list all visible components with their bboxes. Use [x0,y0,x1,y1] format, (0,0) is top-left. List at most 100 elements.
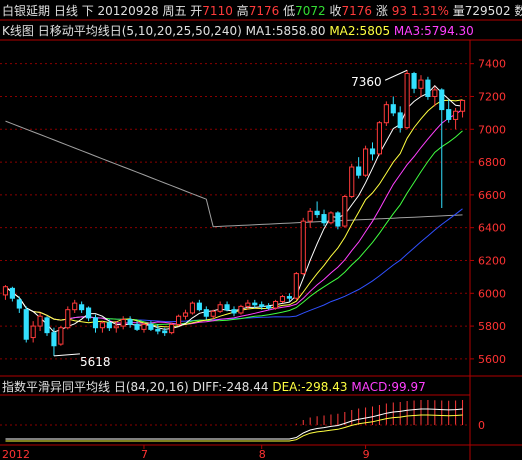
candle [141,322,147,333]
candle [404,70,410,130]
candle [349,163,355,199]
candle [432,86,438,107]
candle-body [342,196,348,227]
candle-body [397,112,403,129]
x-tick-label: 8 [259,448,266,460]
y-tick-label: 7200 [478,90,506,103]
candle [453,107,459,130]
candle [300,217,306,276]
y-tick-label: 5800 [478,320,506,333]
candle-body [44,317,50,334]
candle-body [307,210,313,222]
candle-body [418,79,424,89]
candle-body [369,148,376,155]
candle-body [169,323,175,334]
candle-body [30,325,36,339]
candle-body [120,319,126,327]
candle-body [453,110,459,120]
candle [79,301,85,313]
candle [342,194,348,228]
high-callout-line [384,69,408,81]
candle-body [210,310,216,317]
candle [238,304,244,315]
candle-body [293,273,299,299]
date-axis-labels: 2012 7 8 9 [2,445,370,460]
candle [363,145,369,177]
candle [176,314,182,327]
candle [446,99,452,123]
candle-body [328,212,334,224]
candle [85,306,92,322]
candle [459,99,466,118]
ma240-line [5,120,463,228]
candle [58,326,64,346]
y-tick-label: 6000 [478,287,506,300]
grid-lines [0,63,470,360]
candlesticks [2,70,466,356]
candle-body [446,109,452,120]
candle [411,71,417,94]
candle [397,106,403,133]
candle [23,306,29,343]
candle-body [321,214,327,224]
candle [383,101,389,126]
kline-chart[interactable]: 5600 5800 6000 6200 6400 6600 6800 7000 7200 7400… [0,0,522,460]
candle-body [231,309,237,314]
candle-body [106,322,112,329]
candle [189,301,196,315]
candle-body [383,104,389,124]
macd-histogram: 0 [0,400,485,442]
candle [418,75,424,97]
low-callout-line [53,353,80,357]
candle-body [148,323,154,330]
candle-body [155,328,161,332]
candle [293,271,299,300]
candle [369,142,376,161]
candle-body [176,315,182,325]
candle-body [162,330,168,334]
x-tick-label: 9 [363,448,370,460]
candle-body [141,323,147,330]
candle [203,306,209,320]
candle-body [113,325,119,329]
candle-body [238,305,244,314]
candle-body [376,122,383,155]
candle [279,294,286,304]
candle [182,309,189,320]
ma5-line [5,84,463,333]
candle [356,157,362,179]
candle-body [37,315,43,327]
candle-body [363,148,369,176]
candle-body [99,322,105,329]
candle-body [189,302,196,314]
candle-body [58,327,64,345]
candle-body [404,73,410,129]
candle-body [286,296,292,299]
candle [99,321,105,333]
candle-body [272,300,279,309]
candle-body [196,302,202,311]
candle-body [439,89,445,111]
candle [314,201,320,218]
candle-body [85,307,92,319]
y-tick-label: 7000 [478,123,506,136]
candle [65,306,71,330]
candle-body [2,286,9,296]
candle-body [335,212,341,227]
y-tick-label: 6400 [478,222,506,235]
candle [231,306,237,317]
diff-line [5,408,463,440]
candle [376,121,383,156]
candle-body [300,220,306,275]
candle-body [9,287,15,299]
candle-body [51,332,57,347]
y-tick-label: 5600 [478,353,506,366]
moving-average-lines [5,84,463,333]
candle [328,211,334,225]
candle [2,285,9,300]
candle-body [127,319,133,325]
x-tick-label: 7 [141,448,148,460]
candle-body [356,166,362,176]
candle-body [182,312,189,317]
candle [217,301,223,313]
